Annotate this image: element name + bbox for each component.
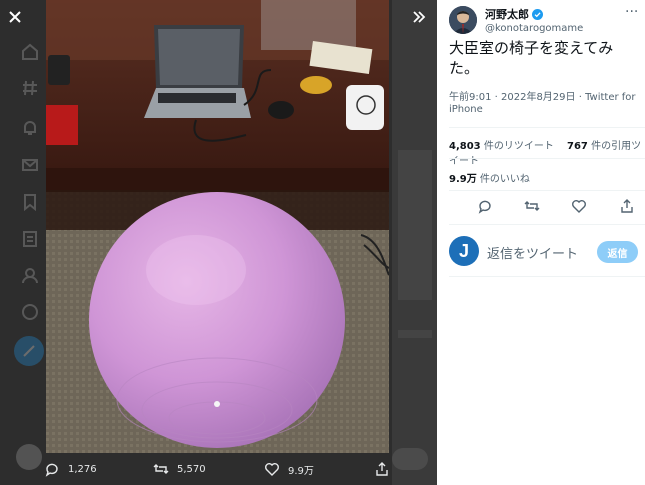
- verified-badge-icon: [532, 8, 543, 20]
- heart-icon[interactable]: [571, 198, 587, 214]
- tweet-meta[interactable]: 午前9:01 · 2022年8月29日 · Twitter for iPhone: [449, 92, 639, 116]
- retweet-action[interactable]: 5,570: [153, 461, 206, 477]
- author-photo: [449, 6, 477, 34]
- tweet-text: 大臣室の椅子を変えてみた。: [449, 39, 614, 77]
- reply-composer: J 返信をツイート 返信: [449, 234, 645, 270]
- user-avatar[interactable]: J: [449, 236, 479, 266]
- tweet-detail-panel: 河野太郎 @konotarogomame ··· 大臣室の椅子を変えてみた。 午…: [437, 0, 645, 485]
- hashtag-icon: [23, 80, 37, 96]
- divider: [449, 224, 645, 225]
- more-icon: ···: [625, 4, 639, 20]
- media-viewer: 1,276 5,570 9.9万: [0, 0, 437, 485]
- share-icon: [376, 462, 388, 476]
- author-handle[interactable]: @konotarogomame: [485, 23, 583, 34]
- retweets-value: 4,803: [449, 141, 481, 152]
- author-avatar[interactable]: [449, 6, 477, 34]
- author-name: 河野太郎: [485, 8, 529, 21]
- divider: [449, 190, 645, 191]
- profile-icon: [22, 268, 38, 284]
- author-name-row[interactable]: 河野太郎: [485, 6, 583, 22]
- bookmark-icon: [24, 194, 36, 212]
- divider: [449, 276, 645, 277]
- retweet-icon[interactable]: [524, 198, 540, 214]
- retweet-icon: [153, 464, 169, 474]
- likes-stat[interactable]: 9.9万 件のいいね: [449, 170, 530, 185]
- compose-icon: [14, 336, 44, 366]
- retweets-label: 件のリツイート: [480, 141, 554, 152]
- double-chevron-right-icon: [413, 11, 426, 23]
- share-icon[interactable]: [619, 198, 635, 214]
- close-button[interactable]: [0, 2, 30, 32]
- divider: [449, 127, 645, 128]
- reply-action[interactable]: 1,276: [44, 461, 97, 477]
- more-circle-icon: [22, 304, 38, 320]
- share-action[interactable]: [374, 461, 390, 477]
- stats-row: 4,803 件のリツイート 767 件の引用ツイート: [449, 137, 645, 167]
- like-action[interactable]: 9.9万: [264, 461, 314, 477]
- bell-icon: [24, 121, 36, 135]
- retweets-stat[interactable]: 4,803 件のリツイート: [449, 141, 554, 152]
- tweet-header: 河野太郎 @konotarogomame: [449, 6, 583, 34]
- likes-label: 件のいいね: [476, 174, 530, 185]
- tweet-photo[interactable]: [46, 0, 389, 453]
- retweet-count: 5,570: [177, 463, 206, 475]
- reply-icon[interactable]: [477, 198, 493, 214]
- reply-count: 1,276: [68, 463, 97, 475]
- reply-input[interactable]: 返信をツイート: [487, 243, 578, 262]
- close-icon: [9, 11, 21, 23]
- reply-icon: [45, 463, 58, 477]
- heart-icon: [265, 463, 279, 476]
- quotes-value: 767: [567, 141, 588, 152]
- divider: [449, 158, 645, 159]
- tweet-action-bar: [449, 194, 639, 218]
- media-action-bar: 1,276 5,570 9.9万: [0, 453, 437, 485]
- mail-icon: [22, 159, 38, 171]
- more-options-button[interactable]: ···: [625, 4, 638, 20]
- reply-button[interactable]: 返信: [597, 241, 638, 263]
- likes-value: 9.9万: [449, 174, 477, 185]
- list-icon: [23, 231, 37, 247]
- home-icon: [22, 43, 38, 60]
- like-count: 9.9万: [288, 465, 314, 477]
- collapse-panel-button[interactable]: [404, 2, 434, 32]
